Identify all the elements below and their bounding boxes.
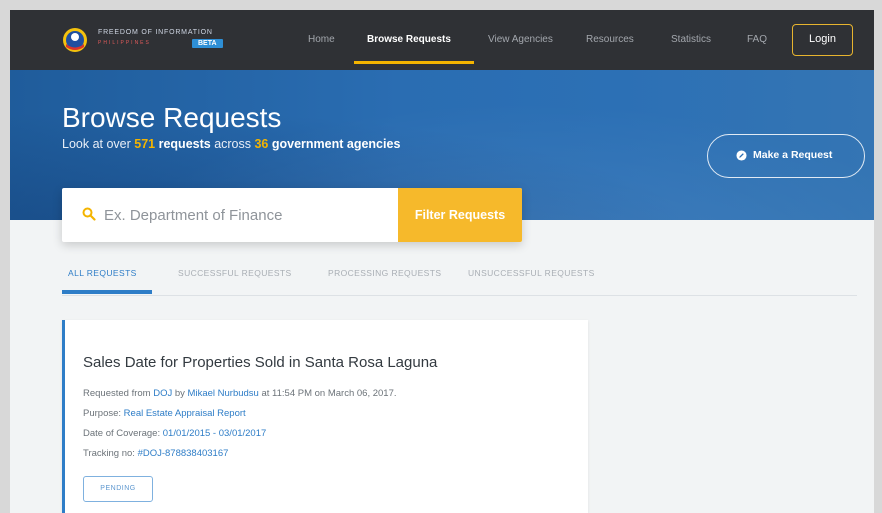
request-meta: Requested from DOJ by Mikael Nurbudsu at…: [83, 388, 397, 399]
subtitle-prefix: Look at over: [62, 137, 135, 151]
tab-processing-requests[interactable]: PROCESSING REQUESTS: [328, 268, 441, 278]
nav-browse-requests[interactable]: Browse Requests: [367, 34, 451, 45]
purpose-value: Real Estate Appraisal Report: [123, 408, 246, 419]
request-tracking: Tracking no: #DOJ-878838403167: [83, 448, 228, 459]
tab-active-indicator: [62, 290, 152, 294]
nav-home[interactable]: Home: [308, 34, 335, 45]
make-request-button[interactable]: Make a Request: [707, 134, 865, 178]
requests-word: requests: [158, 137, 211, 151]
top-navbar: FREEDOM OF INFORMATION PHILIPPINES BETA …: [10, 10, 874, 70]
agencies-words: government agencies: [271, 137, 401, 151]
tab-unsuccessful-requests[interactable]: UNSUCCESSFUL REQUESTS: [468, 268, 595, 278]
request-time: at 11:54 PM on March 06, 2017.: [258, 388, 397, 399]
pencil-icon: [736, 150, 747, 161]
coverage-prefix: Date of Coverage:: [83, 428, 163, 439]
login-button[interactable]: Login: [792, 24, 853, 56]
beta-badge: BETA: [192, 39, 223, 48]
tab-all-requests[interactable]: ALL REQUESTS: [68, 268, 137, 278]
request-filter-tabs: ALL REQUESTS SUCCESSFUL REQUESTS PROCESS…: [62, 268, 857, 296]
coverage-value: 01/01/2015 - 03/01/2017: [162, 428, 267, 439]
requester-link[interactable]: Mikael Nurbudsu: [188, 388, 259, 399]
requested-prefix: Requested from: [83, 388, 154, 399]
tab-successful-requests[interactable]: SUCCESSFUL REQUESTS: [178, 268, 292, 278]
page-title: Browse Requests: [62, 102, 282, 133]
search-input[interactable]: [104, 198, 394, 232]
purpose-prefix: Purpose:: [83, 408, 124, 419]
nav-faq[interactable]: FAQ: [747, 34, 767, 45]
logo-title: FREEDOM OF INFORMATION: [98, 29, 213, 36]
tracking-prefix: Tracking no:: [83, 448, 138, 459]
status-badge: PENDING: [83, 476, 153, 502]
subtitle-mid: across: [210, 137, 255, 151]
nav-view-agencies[interactable]: View Agencies: [488, 34, 553, 45]
request-purpose: Purpose: Real Estate Appraisal Report: [83, 408, 246, 419]
nav-active-indicator: [354, 61, 474, 64]
request-card[interactable]: Sales Date for Properties Sold in Santa …: [62, 320, 588, 513]
filter-requests-button[interactable]: Filter Requests: [398, 188, 522, 242]
search-bar: Filter Requests: [62, 188, 522, 242]
hero-subtitle: Look at over 571 requests across 36 gove…: [62, 137, 400, 151]
search-icon: [82, 207, 96, 221]
agency-link[interactable]: DOJ: [153, 388, 172, 399]
site-logo[interactable]: FREEDOM OF INFORMATION PHILIPPINES BETA: [62, 27, 242, 55]
request-count: 571: [134, 137, 156, 151]
make-request-label: Make a Request: [753, 149, 833, 161]
seal-icon: [63, 28, 87, 52]
nav-resources[interactable]: Resources: [586, 34, 634, 45]
request-title[interactable]: Sales Date for Properties Sold in Santa …: [83, 354, 437, 371]
nav-statistics[interactable]: Statistics: [671, 34, 711, 45]
by-text: by: [172, 388, 188, 399]
tracking-value: #DOJ-878838403167: [137, 448, 229, 459]
request-coverage: Date of Coverage: 01/01/2015 - 03/01/201…: [83, 428, 266, 439]
page: FREEDOM OF INFORMATION PHILIPPINES BETA …: [10, 10, 874, 513]
logo-subtitle: PHILIPPINES: [98, 40, 151, 46]
agency-count: 36: [254, 137, 269, 151]
